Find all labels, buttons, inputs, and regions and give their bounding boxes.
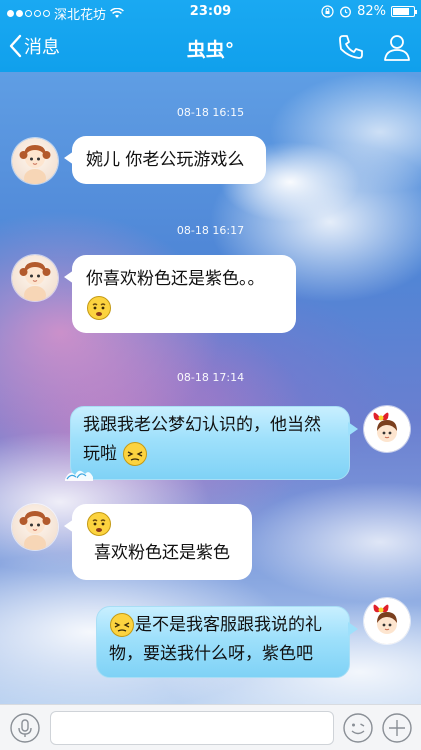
- message-bubble[interactable]: 是不是我客服跟我说的礼 物，要送我什么呀，紫色吧: [96, 606, 358, 678]
- battery-fill: [393, 8, 410, 15]
- timestamp: 08-18 16:15: [176, 106, 245, 119]
- chat-screen: 深北花坊 23:09 82% 消息 虫虫° 08-18 16:15 婉儿 你老公…: [0, 0, 421, 750]
- message-bubble[interactable]: 喜欢粉色还是紫色: [64, 504, 252, 580]
- chat-area[interactable]: 08-18 16:15 婉儿 你老公玩游戏么 08-18 16:17 你喜欢粉色…: [0, 72, 421, 704]
- avatar[interactable]: [364, 406, 410, 452]
- avatar[interactable]: [12, 138, 58, 184]
- person-icon[interactable]: [382, 32, 412, 62]
- orientation-lock-icon: [321, 5, 334, 18]
- status-bar: 深北花坊 23:09 82%: [0, 0, 421, 24]
- pouting-emoji-icon: [87, 296, 111, 320]
- phone-icon[interactable]: [336, 32, 366, 62]
- smiley-icon[interactable]: [342, 712, 374, 744]
- avatar[interactable]: [12, 255, 58, 301]
- message-text: 婉儿 你老公玩游戏么: [86, 150, 245, 170]
- alarm-icon: [340, 6, 352, 18]
- microphone-icon[interactable]: [9, 712, 41, 744]
- back-button[interactable]: 消息: [8, 33, 60, 59]
- message-text: 是不是我客服跟我说的礼: [135, 615, 322, 635]
- battery-percent: 82%: [357, 4, 386, 19]
- avatar[interactable]: [364, 598, 410, 644]
- battery-icon: [391, 6, 417, 17]
- wave-decoration-icon: [65, 470, 93, 481]
- pouting-emoji-icon: [87, 512, 111, 536]
- squinting-emoji-icon: [123, 442, 148, 466]
- message-text: 喜欢粉色还是紫色: [94, 543, 230, 563]
- timestamp: 08-18 16:17: [176, 224, 245, 237]
- message-text: 你喜欢粉色还是紫色。。: [86, 269, 265, 289]
- message-text: 我跟我老公梦幻认识的，他当然: [83, 415, 321, 435]
- chevron-left-icon: [9, 34, 22, 58]
- timestamp: 08-18 17:14: [176, 371, 245, 384]
- message-text: 物，要送我什么呀，紫色吧: [109, 644, 313, 664]
- input-bar: [0, 704, 421, 750]
- status-right: 82%: [321, 4, 417, 19]
- header: 深北花坊 23:09 82% 消息 虫虫°: [0, 0, 421, 72]
- message-bubble[interactable]: 你喜欢粉色还是紫色。。: [64, 255, 296, 333]
- avatar[interactable]: [12, 504, 58, 550]
- message-bubble[interactable]: 我跟我老公梦幻认识的，他当然 玩啦: [65, 406, 358, 481]
- nav-bar: 消息 虫虫°: [0, 24, 421, 72]
- message-bubble[interactable]: 婉儿 你老公玩游戏么: [64, 136, 266, 184]
- plus-icon[interactable]: [381, 712, 413, 744]
- back-label: 消息: [24, 37, 60, 58]
- squinting-emoji-icon: [110, 613, 134, 637]
- message-text: 玩啦: [83, 444, 117, 464]
- message-input[interactable]: [50, 711, 334, 745]
